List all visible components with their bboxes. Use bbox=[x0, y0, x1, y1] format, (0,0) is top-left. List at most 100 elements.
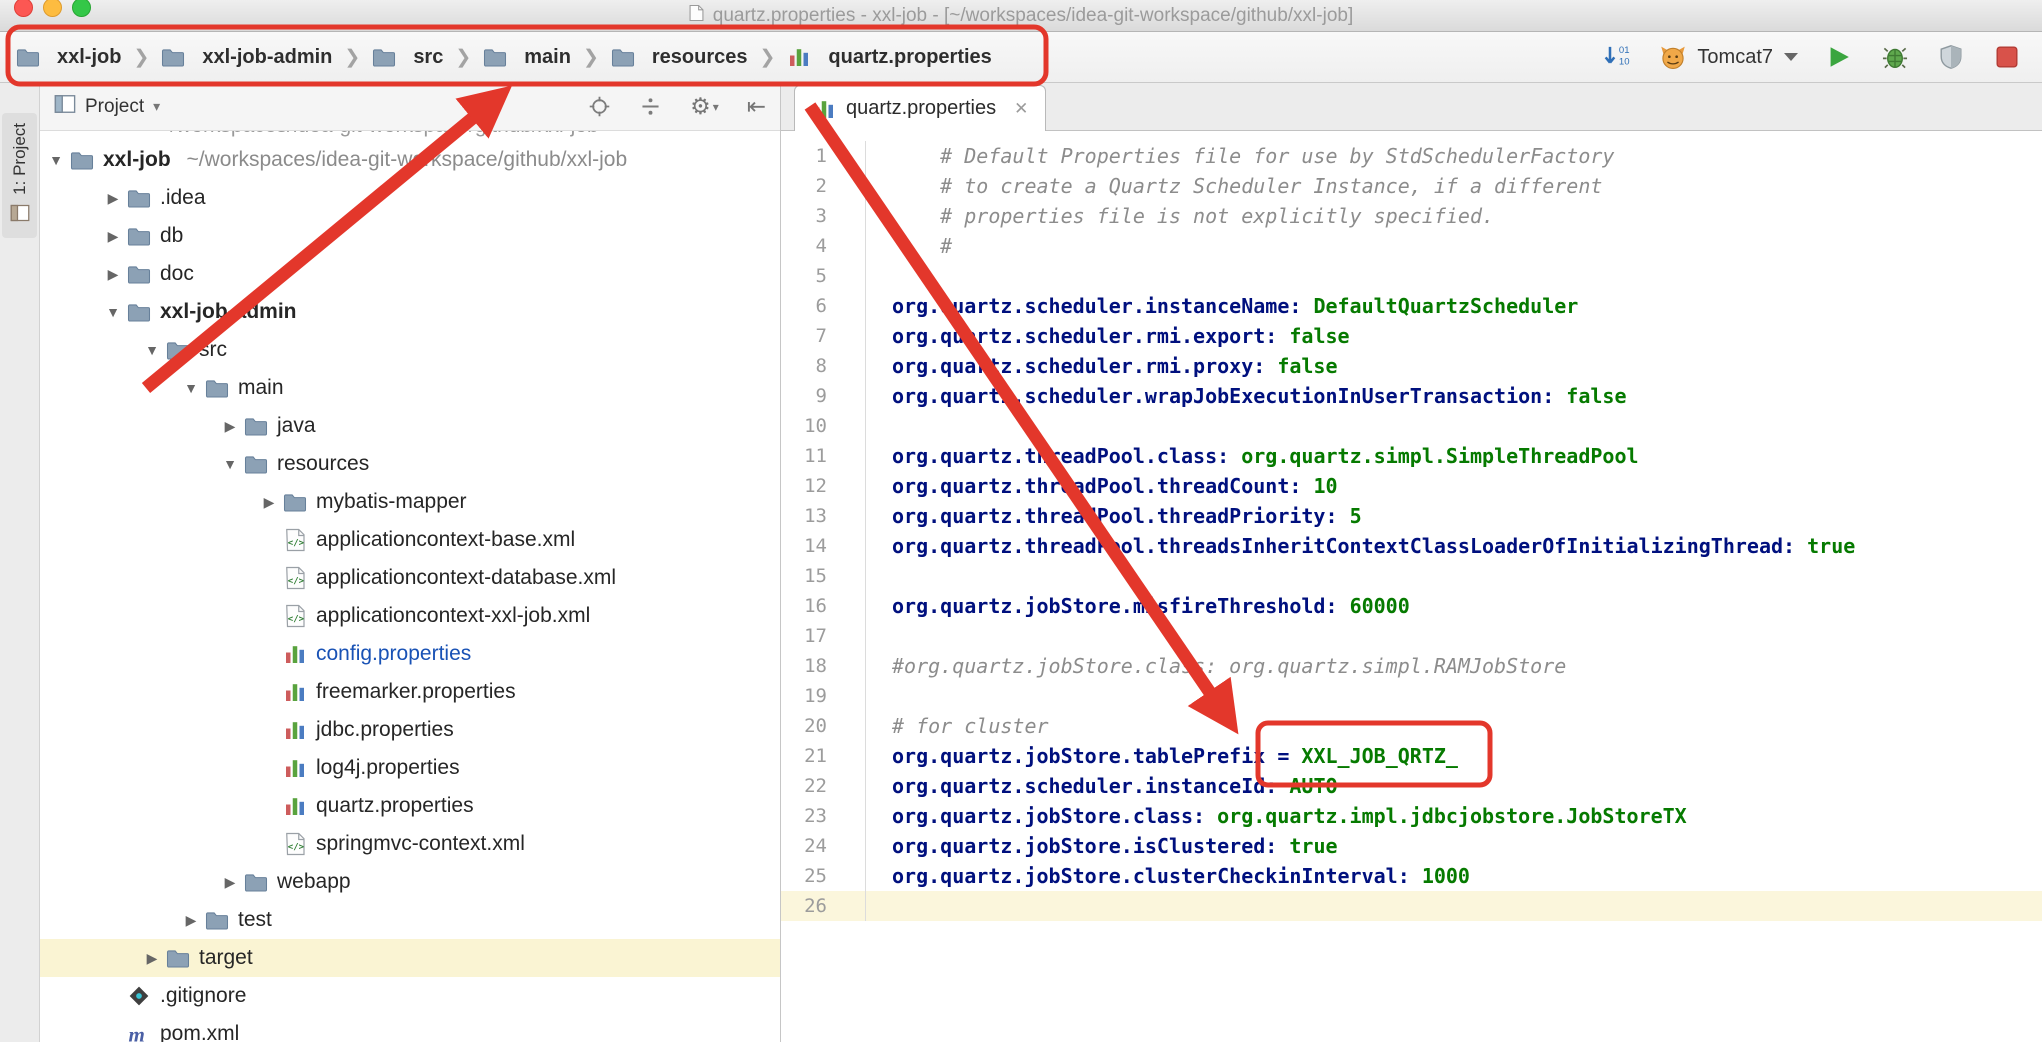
tree-item-xxl-job[interactable]: ▼xxl-job ~/workspaces/idea-git-workspace… bbox=[40, 141, 780, 179]
tree-item-springmvc-context.xml[interactable]: </>springmvc-context.xml bbox=[40, 825, 780, 863]
chevron-collapsed-icon[interactable]: ▶ bbox=[177, 912, 205, 929]
tree-item-xxl-job-admin[interactable]: ▼xxl-job-admin bbox=[40, 293, 780, 331]
breadcrumb-item-src[interactable]: src bbox=[372, 45, 443, 69]
breadcrumb: xxl-job❯xxl-job-admin❯src❯main❯resources… bbox=[16, 45, 992, 69]
editor-line-25[interactable]: 25org.quartz.jobStore.clusterCheckinInte… bbox=[781, 861, 2042, 891]
tree-item-src[interactable]: ▼src bbox=[40, 331, 780, 369]
code-text: org.quartz.jobStore.tablePrefix = XXL_JO… bbox=[866, 741, 1458, 771]
editor-line-9[interactable]: 9org.quartz.scheduler.wrapJobExecutionIn… bbox=[781, 381, 2042, 411]
tree-item-pom.xml[interactable]: mpom.xml bbox=[40, 1015, 780, 1042]
tree-item-.idea[interactable]: ▶.idea bbox=[40, 179, 780, 217]
tree-item-log4j.properties[interactable]: log4j.properties bbox=[40, 749, 780, 787]
editor-line-19[interactable]: 19 bbox=[781, 681, 2042, 711]
chevron-expanded-icon[interactable]: ▼ bbox=[216, 456, 244, 472]
code-editor[interactable]: 1 # Default Properties file for use by S… bbox=[781, 131, 2042, 1042]
tree-item-java[interactable]: ▶java bbox=[40, 407, 780, 445]
breadcrumb-item-xxl-job-admin[interactable]: xxl-job-admin bbox=[161, 45, 332, 69]
code-text bbox=[866, 621, 892, 651]
xml-icon: </> bbox=[283, 832, 307, 856]
breadcrumb-item-main[interactable]: main bbox=[483, 45, 571, 69]
stripe-tab-project[interactable]: 1: Project bbox=[2, 113, 37, 238]
editor-line-6[interactable]: 6org.quartz.scheduler.instanceName: Defa… bbox=[781, 291, 2042, 321]
editor-line-22[interactable]: 22org.quartz.scheduler.instanceId: AUTO bbox=[781, 771, 2042, 801]
svg-text:</>: </> bbox=[288, 614, 305, 624]
editor-line-21[interactable]: 21org.quartz.jobStore.tablePrefix = XXL_… bbox=[781, 741, 2042, 771]
chevron-expanded-icon[interactable]: ▼ bbox=[177, 380, 205, 396]
tree-item-test[interactable]: ▶test bbox=[40, 901, 780, 939]
editor-line-12[interactable]: 12org.quartz.threadPool.threadCount: 10 bbox=[781, 471, 2042, 501]
editor-line-3[interactable]: 3 # properties file is not explicitly sp… bbox=[781, 201, 2042, 231]
chevron-collapsed-icon[interactable]: ▶ bbox=[99, 190, 127, 207]
chevron-collapsed-icon[interactable]: ▶ bbox=[99, 266, 127, 283]
tree-item-resources[interactable]: ▼resources bbox=[40, 445, 780, 483]
editor-line-7[interactable]: 7org.quartz.scheduler.rmi.export: false bbox=[781, 321, 2042, 351]
tree-item-target[interactable]: ▶target bbox=[40, 939, 780, 977]
close-icon[interactable]: ✕ bbox=[1014, 99, 1028, 119]
tree-item-config.properties[interactable]: config.properties bbox=[40, 635, 780, 673]
view-mode-chevron-icon[interactable]: ▾ bbox=[153, 98, 160, 115]
editor-line-23[interactable]: 23org.quartz.jobStore.class: org.quartz.… bbox=[781, 801, 2042, 831]
zoom-window-button[interactable] bbox=[72, 0, 91, 17]
line-number: 18 bbox=[781, 651, 866, 681]
editor-line-17[interactable]: 17 bbox=[781, 621, 2042, 651]
editor-line-5[interactable]: 5 bbox=[781, 261, 2042, 291]
svg-text:</>: </> bbox=[288, 538, 305, 548]
chevron-expanded-icon[interactable]: ▼ bbox=[99, 304, 127, 320]
breadcrumb-item-quartz.properties[interactable]: quartz.properties bbox=[787, 45, 991, 69]
hide-tool-window-icon[interactable]: ⇤ bbox=[747, 93, 766, 120]
tree-item-applicationcontext-xxl-job.xml[interactable]: </>applicationcontext-xxl-job.xml bbox=[40, 597, 780, 635]
editor-line-4[interactable]: 4 # bbox=[781, 231, 2042, 261]
breadcrumb-item-resources[interactable]: resources bbox=[611, 45, 748, 69]
window-title: quartz.properties - xxl-job - [~/workspa… bbox=[689, 4, 1353, 28]
editor-line-14[interactable]: 14org.quartz.threadPool.threadsInheritCo… bbox=[781, 531, 2042, 561]
tree-item-main[interactable]: ▼main bbox=[40, 369, 780, 407]
chevron-collapsed-icon[interactable]: ▶ bbox=[216, 874, 244, 891]
minimize-window-button[interactable] bbox=[43, 0, 62, 17]
run-button[interactable] bbox=[1824, 42, 1854, 72]
editor-line-26[interactable]: 26 bbox=[781, 891, 2042, 921]
tree-item-.gitignore[interactable]: .gitignore bbox=[40, 977, 780, 1015]
coverage-button[interactable] bbox=[1936, 42, 1966, 72]
chevron-expanded-icon[interactable]: ▼ bbox=[42, 152, 70, 168]
editor-line-24[interactable]: 24org.quartz.jobStore.isClustered: true bbox=[781, 831, 2042, 861]
editor-line-16[interactable]: 16org.quartz.jobStore.misfireThreshold: … bbox=[781, 591, 2042, 621]
editor-line-1[interactable]: 1 # Default Properties file for use by S… bbox=[781, 141, 2042, 171]
tree-item-applicationcontext-base.xml[interactable]: </>applicationcontext-base.xml bbox=[40, 521, 780, 559]
debug-button[interactable] bbox=[1880, 42, 1910, 72]
breadcrumb-item-xxl-job[interactable]: xxl-job bbox=[16, 45, 121, 69]
code-text: # to create a Quartz Scheduler Instance,… bbox=[866, 171, 1602, 201]
chevron-collapsed-icon[interactable]: ▶ bbox=[216, 418, 244, 435]
run-configuration-selector[interactable]: Tomcat7 bbox=[1658, 42, 1798, 72]
chevron-expanded-icon[interactable]: ▼ bbox=[138, 342, 166, 358]
editor-line-18[interactable]: 18#org.quartz.jobStore.class: org.quartz… bbox=[781, 651, 2042, 681]
tab-quartz-properties[interactable]: quartz.properties ✕ bbox=[794, 85, 1046, 131]
collapse-all-icon[interactable] bbox=[639, 95, 662, 118]
chevron-collapsed-icon[interactable]: ▶ bbox=[99, 228, 127, 245]
locate-file-icon[interactable] bbox=[588, 95, 611, 118]
close-window-button[interactable] bbox=[14, 0, 33, 17]
breadcrumb-label: xxl-job-admin bbox=[202, 46, 332, 69]
editor-line-8[interactable]: 8org.quartz.scheduler.rmi.proxy: false bbox=[781, 351, 2042, 381]
chevron-collapsed-icon[interactable]: ▶ bbox=[255, 494, 283, 511]
editor-line-13[interactable]: 13org.quartz.threadPool.threadPriority: … bbox=[781, 501, 2042, 531]
token-value: true bbox=[1807, 534, 1855, 558]
tree-item-jdbc.properties[interactable]: jdbc.properties bbox=[40, 711, 780, 749]
editor-line-2[interactable]: 2 # to create a Quartz Scheduler Instanc… bbox=[781, 171, 2042, 201]
tree-item-mybatis-mapper[interactable]: ▶mybatis-mapper bbox=[40, 483, 780, 521]
tree-item-applicationcontext-database.xml[interactable]: </>applicationcontext-database.xml bbox=[40, 559, 780, 597]
tree-item-quartz.properties[interactable]: quartz.properties bbox=[40, 787, 780, 825]
token-key: org.quartz.scheduler.rmi.proxy: bbox=[892, 354, 1277, 378]
line-number: 22 bbox=[781, 771, 866, 801]
editor-line-20[interactable]: 20# for cluster bbox=[781, 711, 2042, 741]
editor-line-11[interactable]: 11org.quartz.threadPool.class: org.quart… bbox=[781, 441, 2042, 471]
tree-item-doc[interactable]: ▶doc bbox=[40, 255, 780, 293]
editor-line-10[interactable]: 10 bbox=[781, 411, 2042, 441]
chevron-collapsed-icon[interactable]: ▶ bbox=[138, 950, 166, 967]
editor-line-15[interactable]: 15 bbox=[781, 561, 2042, 591]
gear-icon[interactable]: ⚙▾ bbox=[690, 93, 719, 120]
stop-button[interactable] bbox=[1992, 42, 2022, 72]
tree-item-freemarker.properties[interactable]: freemarker.properties bbox=[40, 673, 780, 711]
tree-item-webapp[interactable]: ▶webapp bbox=[40, 863, 780, 901]
tree-item-db[interactable]: ▶db bbox=[40, 217, 780, 255]
incoming-changes-icon[interactable]: 0110 bbox=[1602, 42, 1632, 72]
